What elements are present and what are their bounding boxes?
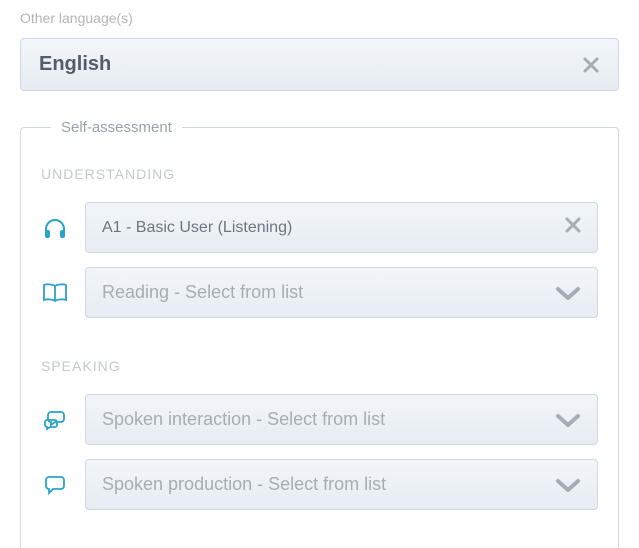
understanding-label: UNDERSTANDING [41, 166, 598, 182]
reading-placeholder: Reading - Select from list [102, 282, 303, 303]
self-assessment-fieldset: Self-assessment UNDERSTANDING A1 - Basic… [20, 119, 619, 548]
chevron-down-icon [555, 412, 581, 428]
spoken-interaction-row: Spoken interaction - Select from list [41, 394, 598, 445]
reading-row: Reading - Select from list [41, 267, 598, 318]
language-title: English [39, 53, 111, 76]
spoken-production-selector[interactable]: Spoken production - Select from list [85, 459, 598, 510]
close-icon [582, 56, 600, 74]
listening-row: A1 - Basic User (Listening) [41, 202, 598, 253]
speech-bubble-icon [41, 475, 69, 495]
language-bar: English [20, 38, 619, 91]
spoken-interaction-placeholder: Spoken interaction - Select from list [102, 409, 385, 430]
fieldset-legend: Self-assessment [51, 119, 182, 136]
spoken-interaction-selector[interactable]: Spoken interaction - Select from list [85, 394, 598, 445]
book-icon [41, 283, 69, 303]
spoken-production-placeholder: Spoken production - Select from list [102, 474, 386, 495]
headphones-icon [41, 217, 69, 239]
reading-selector[interactable]: Reading - Select from list [85, 267, 598, 318]
close-icon [565, 217, 581, 238]
section-label: Other language(s) [20, 10, 619, 26]
listening-selector[interactable]: A1 - Basic User (Listening) [85, 202, 598, 253]
spoken-production-row: Spoken production - Select from list [41, 459, 598, 510]
clear-listening-button[interactable] [565, 217, 581, 238]
chat-bubbles-icon [41, 409, 69, 431]
remove-language-button[interactable] [582, 56, 600, 74]
listening-value: A1 - Basic User (Listening) [102, 219, 292, 237]
chevron-down-icon [555, 477, 581, 493]
chevron-down-icon [555, 285, 581, 301]
speaking-label: SPEAKING [41, 358, 598, 374]
